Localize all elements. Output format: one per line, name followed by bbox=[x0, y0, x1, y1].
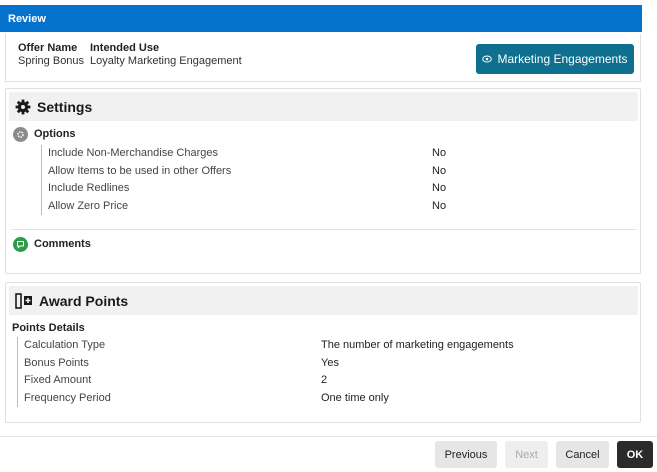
detail-value: One time only bbox=[321, 391, 389, 404]
marketing-engagements-button[interactable]: Marketing Engagements bbox=[476, 44, 634, 74]
settings-divider bbox=[12, 229, 636, 230]
detail-row: Bonus Points Yes bbox=[18, 355, 617, 373]
points-details-label: Points Details bbox=[12, 322, 85, 334]
offer-name-value: Spring Bonus bbox=[18, 55, 85, 67]
detail-label: Frequency Period bbox=[24, 391, 111, 404]
intended-use-field: Intended Use Loyalty Marketing Engagemen… bbox=[90, 42, 242, 68]
offer-name-field: Offer Name Spring Bonus bbox=[18, 42, 84, 68]
settings-header: Settings bbox=[9, 92, 638, 121]
award-points-icon bbox=[15, 292, 32, 309]
option-value: No bbox=[432, 164, 447, 177]
eye-icon bbox=[482, 55, 493, 63]
option-value: No bbox=[432, 199, 447, 212]
detail-row: Frequency Period One time only bbox=[18, 390, 617, 408]
cancel-button[interactable]: Cancel bbox=[556, 441, 609, 468]
detail-label: Calculation Type bbox=[24, 339, 106, 351]
detail-value: The number of marketing engagements bbox=[321, 339, 514, 351]
options-list: Include Non-Merchandise Charges No Allow… bbox=[41, 145, 601, 215]
options-gear-icon bbox=[13, 127, 28, 142]
option-row: Allow Items to be used in other Offers N… bbox=[42, 163, 601, 181]
ok-button[interactable]: OK bbox=[617, 441, 653, 468]
options-label: Options bbox=[34, 128, 76, 140]
marketing-engagements-label: Marketing Engagements bbox=[497, 52, 628, 66]
option-label: Include Redlines bbox=[48, 182, 130, 194]
option-label: Allow Zero Price bbox=[48, 199, 129, 212]
footer-divider bbox=[0, 436, 657, 437]
award-points-section: Award Points Points Details Calculation … bbox=[5, 282, 641, 423]
award-points-header: Award Points bbox=[9, 286, 638, 315]
comment-icon bbox=[13, 237, 28, 252]
points-details-list: Calculation Type The number of marketing… bbox=[17, 337, 617, 407]
detail-label: Bonus Points bbox=[24, 356, 89, 369]
option-row: Include Redlines No bbox=[42, 180, 601, 198]
award-points-title: Award Points bbox=[39, 292, 129, 309]
option-label: Allow Items to be used in other Offers bbox=[48, 164, 232, 177]
review-title: Review bbox=[8, 13, 46, 25]
comments-label: Comments bbox=[34, 238, 91, 250]
offer-name-label: Offer Name bbox=[18, 42, 78, 54]
offer-summary-panel: Offer Name Spring Bonus Intended Use Loy… bbox=[5, 34, 641, 82]
intended-use-label: Intended Use bbox=[90, 42, 160, 54]
option-row: Allow Zero Price No bbox=[42, 198, 601, 216]
detail-row: Calculation Type The number of marketing… bbox=[18, 337, 617, 355]
option-label: Include Non-Merchandise Charges bbox=[48, 147, 218, 159]
detail-value: 2 bbox=[321, 374, 328, 386]
review-header: Review bbox=[0, 5, 642, 32]
detail-label: Fixed Amount bbox=[24, 374, 92, 386]
detail-row: Fixed Amount 2 bbox=[18, 372, 617, 390]
settings-title: Settings bbox=[37, 98, 93, 115]
settings-section: Settings Options Include Non-Merchandise… bbox=[5, 88, 641, 274]
option-value: No bbox=[432, 182, 447, 194]
option-row: Include Non-Merchandise Charges No bbox=[42, 145, 601, 163]
previous-button[interactable]: Previous bbox=[435, 441, 497, 468]
intended-use-value: Loyalty Marketing Engagement bbox=[90, 55, 242, 67]
next-button[interactable]: Next bbox=[505, 441, 548, 468]
gear-icon bbox=[15, 99, 31, 114]
option-value: No bbox=[432, 147, 447, 159]
detail-value: Yes bbox=[321, 356, 339, 369]
